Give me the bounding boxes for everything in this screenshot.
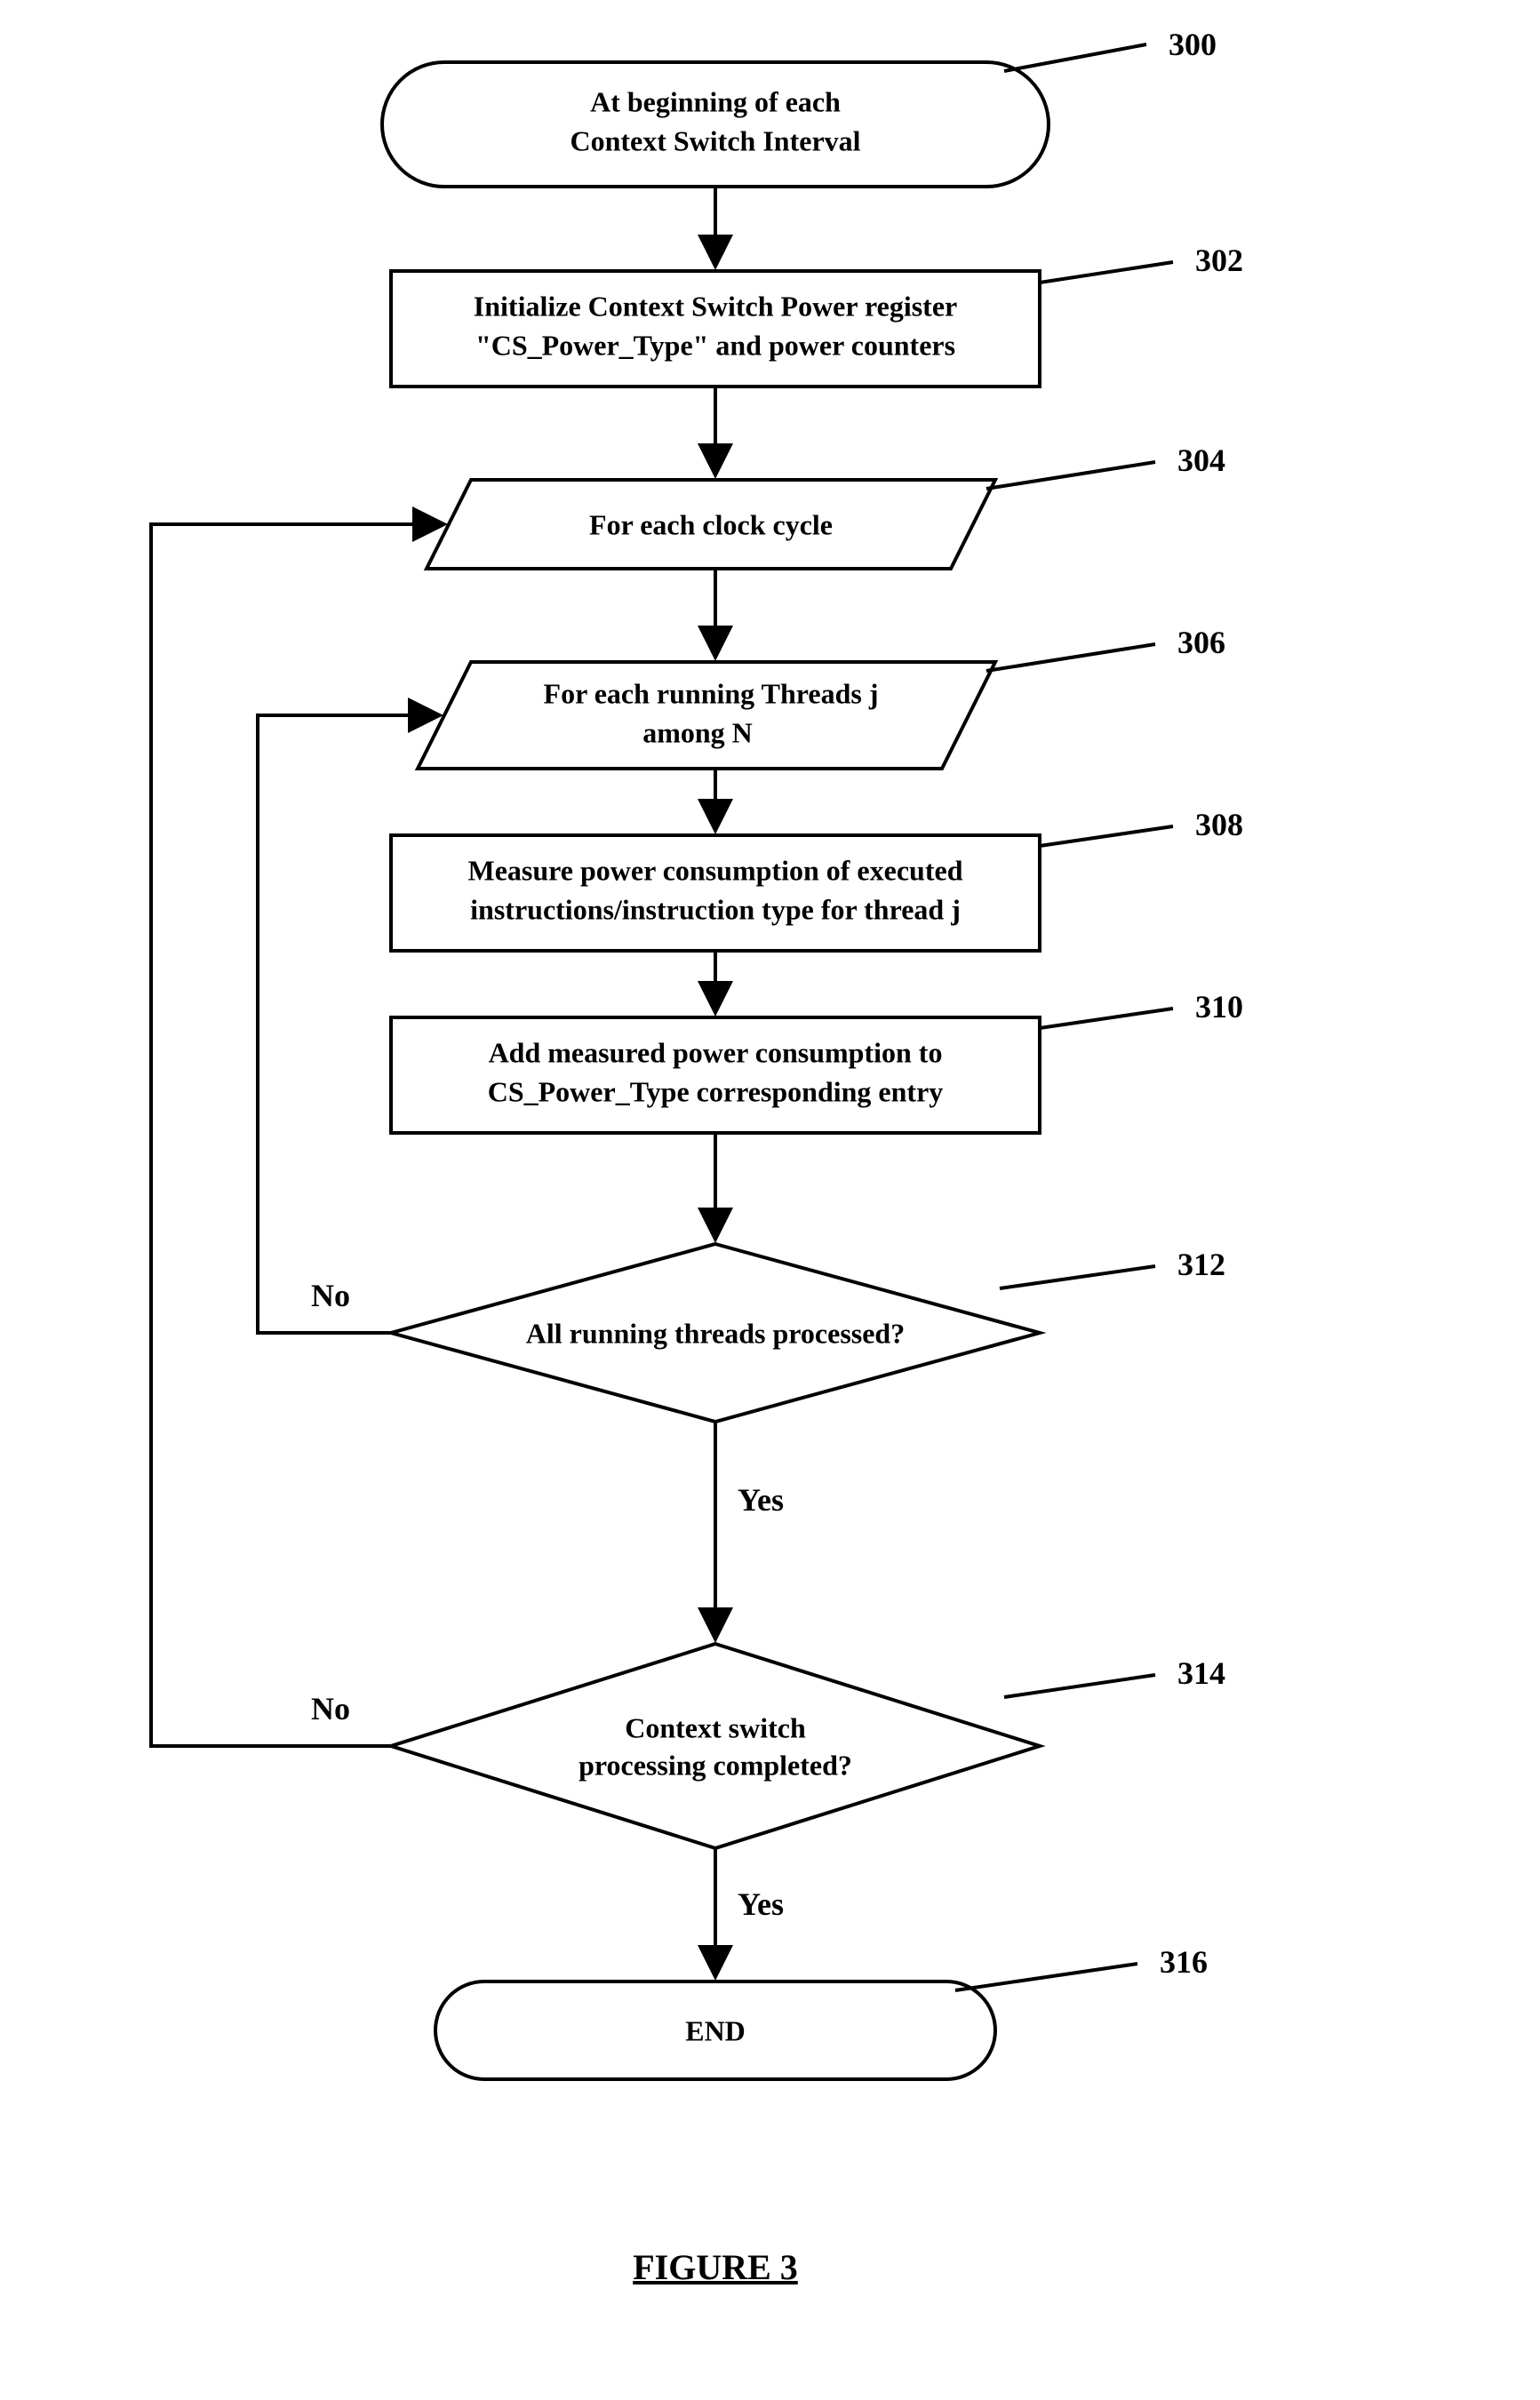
label-302: 302 xyxy=(1195,243,1243,278)
leader-312 xyxy=(1000,1266,1155,1288)
node-312-decision: All running threads processed? xyxy=(391,1244,1040,1422)
edge-314-no xyxy=(151,524,444,1746)
leader-300 xyxy=(1004,44,1146,71)
node-306-line2: among N xyxy=(642,716,753,748)
node-308-line2: instructions/instruction type for thread… xyxy=(470,893,961,925)
leader-316 xyxy=(955,1964,1137,1990)
node-310-line1: Add measured power consumption to xyxy=(489,1036,943,1068)
node-304-loop: For each clock cycle xyxy=(427,480,995,569)
leader-304 xyxy=(986,462,1155,489)
node-start-line1: At beginning of each xyxy=(590,85,841,117)
node-302-line1: Initialize Context Switch Power register xyxy=(474,290,957,322)
node-302-process: Initialize Context Switch Power register… xyxy=(391,271,1040,387)
node-end-line1: END xyxy=(685,2014,746,2046)
label-314-no: No xyxy=(311,1691,350,1726)
label-314-yes: Yes xyxy=(738,1886,784,1922)
leader-310 xyxy=(1040,1009,1173,1028)
node-306-line1: For each running Threads j xyxy=(544,677,879,709)
flowchart-canvas: At beginning of each Context Switch Inte… xyxy=(0,0,1540,2400)
label-304: 304 xyxy=(1177,443,1225,478)
label-300: 300 xyxy=(1169,27,1217,62)
node-start-terminator: At beginning of each Context Switch Inte… xyxy=(382,62,1049,187)
label-312-yes: Yes xyxy=(738,1482,784,1518)
node-306-loop: For each running Threads j among N xyxy=(418,662,995,769)
node-302-line2: "CS_Power_Type" and power counters xyxy=(475,329,955,361)
leader-308 xyxy=(1040,826,1173,846)
node-314-line2: processing completed? xyxy=(578,1749,852,1781)
label-308: 308 xyxy=(1195,807,1243,842)
label-316: 316 xyxy=(1160,1944,1208,1980)
label-310: 310 xyxy=(1195,989,1243,1025)
node-314-decision: Context switch processing completed? xyxy=(391,1644,1040,1848)
node-end-terminator: END xyxy=(435,1981,995,2079)
figure-caption: FIGURE 3 xyxy=(633,2247,798,2287)
node-start-line2: Context Switch Interval xyxy=(570,124,860,156)
node-308-process: Measure power consumption of executed in… xyxy=(391,835,1040,951)
leader-306 xyxy=(986,644,1155,671)
node-310-line2: CS_Power_Type corresponding entry xyxy=(488,1075,944,1107)
node-312-line1: All running threads processed? xyxy=(526,1317,905,1349)
label-312-no: No xyxy=(311,1278,350,1313)
label-314: 314 xyxy=(1177,1655,1225,1691)
node-308-line1: Measure power consumption of executed xyxy=(468,854,963,886)
leader-314 xyxy=(1004,1675,1155,1697)
leader-302 xyxy=(1040,262,1173,283)
node-304-line1: For each clock cycle xyxy=(589,508,833,540)
node-310-process: Add measured power consumption to CS_Pow… xyxy=(391,1017,1040,1133)
label-312: 312 xyxy=(1177,1247,1225,1282)
label-306: 306 xyxy=(1177,625,1225,660)
node-314-line1: Context switch xyxy=(625,1711,806,1743)
